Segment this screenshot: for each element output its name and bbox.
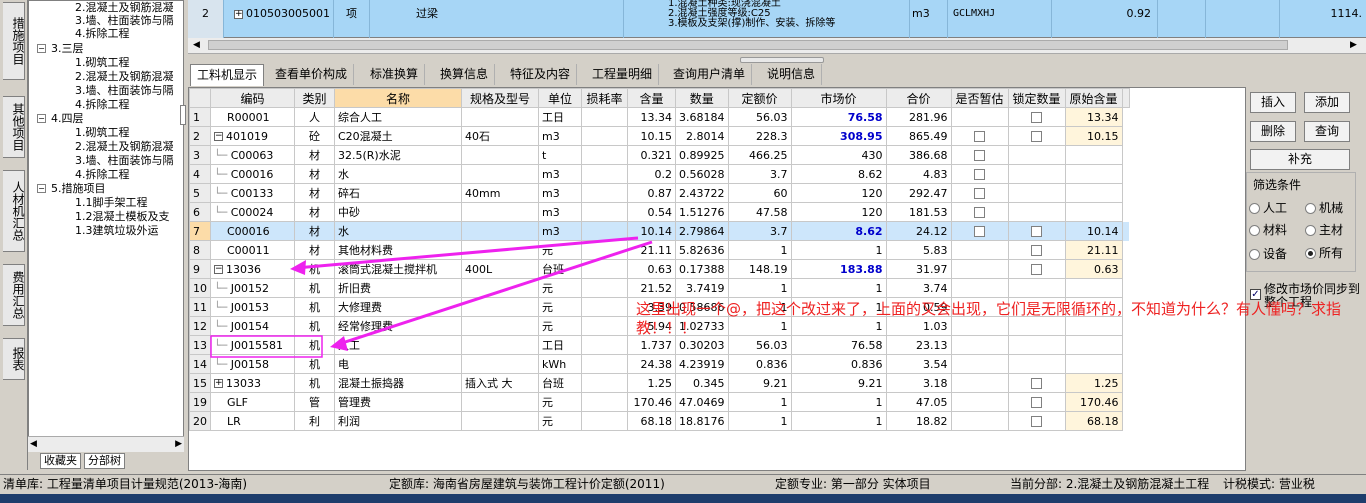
status-tax-mode: 计税模式: 营业税 — [1223, 477, 1315, 491]
annotation-overlay — [210, 236, 653, 358]
taskbar — [0, 494, 1366, 503]
status-list-lib: 清单库: 工程量清单项目计量规范(2013-海南) — [3, 477, 248, 491]
arrowhead-icon — [330, 336, 348, 351]
arrowhead-icon — [290, 260, 306, 275]
status-bar: 清单库: 工程量清单项目计量规范(2013-海南) 定额库: 海南省房屋建筑与装… — [0, 474, 1366, 494]
annotation-text: 这里出现一个@，把这个改过来了，上面的又会出现，它们是无限循环的，不知道为什么？… — [636, 300, 1342, 337]
arrow-line — [335, 240, 653, 347]
highlight-box — [210, 335, 323, 358]
status-specialty: 定额专业: 第一部分 实体项目 — [775, 477, 931, 491]
status-quota-lib: 定额库: 海南省房屋建筑与装饰工程计价定额(2011) — [389, 477, 665, 491]
status-current-section: 当前分部: 2.混凝土及钢筋混凝土工程 — [1010, 477, 1210, 491]
